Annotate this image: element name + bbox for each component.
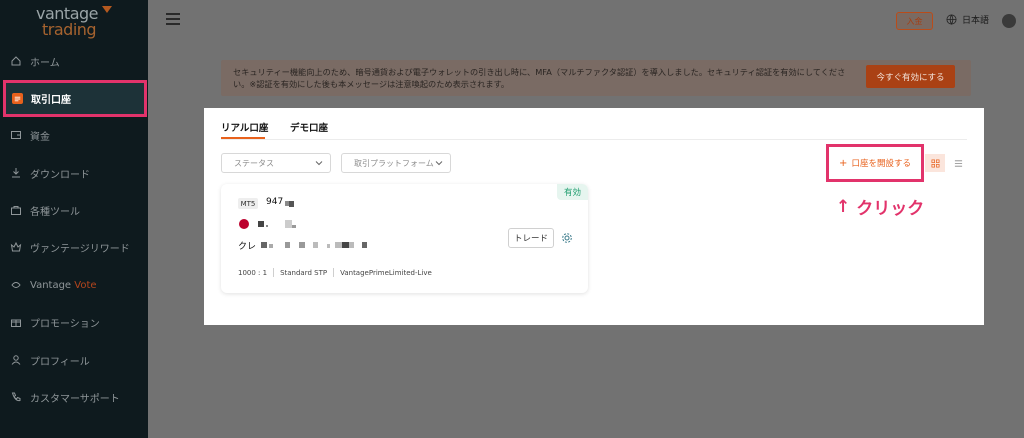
globe-icon xyxy=(946,14,957,25)
grid-view-toggle[interactable] xyxy=(925,154,945,172)
masked-text xyxy=(261,242,267,248)
phone-icon xyxy=(10,391,22,403)
masked-text xyxy=(285,242,290,248)
divider xyxy=(273,268,275,277)
wallet-icon xyxy=(10,129,22,141)
masked-text xyxy=(289,201,294,207)
leverage-value: 1000 : 1 xyxy=(238,268,268,277)
sidebar-item-label: カスタマーサポート xyxy=(30,393,120,405)
masked-text xyxy=(362,242,367,248)
sidebar-item-label: Vantage xyxy=(30,279,72,291)
account-card[interactable]: 有効 MT5 947 クレ トレード 1000 : 1 Standard STP… xyxy=(221,184,588,293)
masked-text xyxy=(313,242,318,248)
click-annotation-text: クリック xyxy=(856,199,925,219)
arrow-up-icon: ↑ xyxy=(836,196,851,217)
chevron-down-icon xyxy=(435,161,443,166)
server-name: VantagePrimeLimited-Live xyxy=(340,268,432,277)
masked-text xyxy=(299,242,305,248)
divider xyxy=(333,268,335,277)
trade-button[interactable]: トレード xyxy=(508,228,554,248)
sidebar-item-download[interactable]: ダウンロード xyxy=(0,156,148,190)
platform-badge: MT5 xyxy=(238,198,258,209)
logo-line-2: trading xyxy=(42,20,97,39)
sidebar-item-label: 取引口座 xyxy=(31,95,71,106)
chevron-down-icon xyxy=(315,161,323,166)
masked-text xyxy=(285,220,292,228)
sidebar-item-tools[interactable]: 各種ツール xyxy=(0,193,148,227)
profile-icon xyxy=(10,354,22,366)
avatar[interactable] xyxy=(1002,14,1016,28)
notice-text: セキュリティー機能向上のため、暗号通貨および電子ウォレットの引き出し時に、MFA… xyxy=(233,67,846,89)
download-icon xyxy=(10,167,22,179)
mfa-notice-banner: セキュリティー機能向上のため、暗号通貨および電子ウォレットの引き出し時に、MFA… xyxy=(221,60,971,96)
language-label: 日本語 xyxy=(962,16,990,26)
status-filter-placeholder: ステータス xyxy=(234,158,274,168)
list-view-toggle[interactable] xyxy=(948,154,968,172)
enable-now-button[interactable]: 今すぐ有効にする xyxy=(866,65,955,88)
status-filter-select[interactable]: ステータス xyxy=(221,153,331,173)
sidebar-item-rewards[interactable]: ヴァンテージリワード xyxy=(0,230,148,264)
sidebar-item-profile[interactable]: プロフィール xyxy=(0,343,148,377)
deposit-button[interactable]: 入金 xyxy=(896,12,933,30)
sidebar-item-support[interactable]: カスタマーサポート xyxy=(0,380,148,414)
logo-mark-icon xyxy=(102,6,112,13)
account-type: Standard STP xyxy=(280,268,328,277)
grid-icon xyxy=(931,159,939,167)
sidebar-item-label: 資金 xyxy=(30,131,50,143)
account-icon xyxy=(12,93,23,104)
menu-toggle-icon[interactable] xyxy=(166,13,180,25)
sidebar-item-trading-accounts[interactable]: 取引口座 xyxy=(3,80,147,117)
home-icon xyxy=(10,55,22,67)
open-account-label: 口座を開設する xyxy=(851,159,911,169)
masked-text xyxy=(292,225,296,228)
list-icon xyxy=(954,159,962,167)
japan-flag-icon xyxy=(239,219,249,229)
tab-divider xyxy=(221,139,967,140)
tab-demo-account[interactable]: デモ口座 xyxy=(290,120,328,134)
vote-icon xyxy=(10,279,22,291)
gift-icon xyxy=(10,316,22,328)
accounts-panel: リアル口座 デモ口座 ステータス 取引プラットフォーム + 口座を開設する ↑ … xyxy=(204,108,984,325)
sidebar-item-label: ヴァンテージリワード xyxy=(30,243,130,255)
sidebar-item-home[interactable]: ホーム xyxy=(0,44,148,78)
vantage-logo[interactable]: vantage trading xyxy=(30,4,130,39)
sidebar-item-funds[interactable]: 資金 xyxy=(0,118,148,152)
plus-icon: + xyxy=(839,157,848,169)
sidebar-item-label: ホーム xyxy=(30,57,60,69)
masked-text xyxy=(349,242,354,248)
language-selector[interactable]: 日本語 xyxy=(946,13,989,26)
sidebar-item-promotions[interactable]: プロモーション xyxy=(0,305,148,339)
sidebar-item-label: プロフィール xyxy=(30,356,90,368)
sidebar-item-label: プロモーション xyxy=(30,318,100,330)
masked-text xyxy=(335,242,342,248)
click-annotation: ↑ クリック xyxy=(836,194,925,220)
masked-text xyxy=(327,244,330,248)
reward-icon xyxy=(10,241,22,253)
vote-accent-label: Vote xyxy=(74,279,97,291)
tools-icon xyxy=(10,204,22,216)
credit-label: クレ xyxy=(238,242,257,252)
gear-icon[interactable] xyxy=(561,232,573,244)
open-account-button[interactable]: + 口座を開設する xyxy=(826,144,924,182)
sidebar-item-label: ダウンロード xyxy=(30,169,90,181)
masked-text xyxy=(258,221,264,227)
sidebar-item-vote[interactable]: Vantage Vote xyxy=(0,268,148,302)
account-meta: 1000 : 1 Standard STP VantagePrimeLimite… xyxy=(238,268,432,277)
account-number: 947 xyxy=(266,197,284,207)
masked-text xyxy=(269,244,273,248)
sidebar: vantage trading ホーム 取引口座 資金 ダウンロード 各種ツール… xyxy=(0,0,148,438)
masked-text xyxy=(342,242,349,248)
sidebar-item-label: 各種ツール xyxy=(30,206,80,218)
platform-filter-placeholder: 取引プラットフォーム xyxy=(354,158,434,168)
tab-real-account[interactable]: リアル口座 xyxy=(221,120,268,134)
status-badge: 有効 xyxy=(557,184,588,200)
masked-text xyxy=(266,225,268,227)
platform-filter-select[interactable]: 取引プラットフォーム xyxy=(341,153,451,173)
